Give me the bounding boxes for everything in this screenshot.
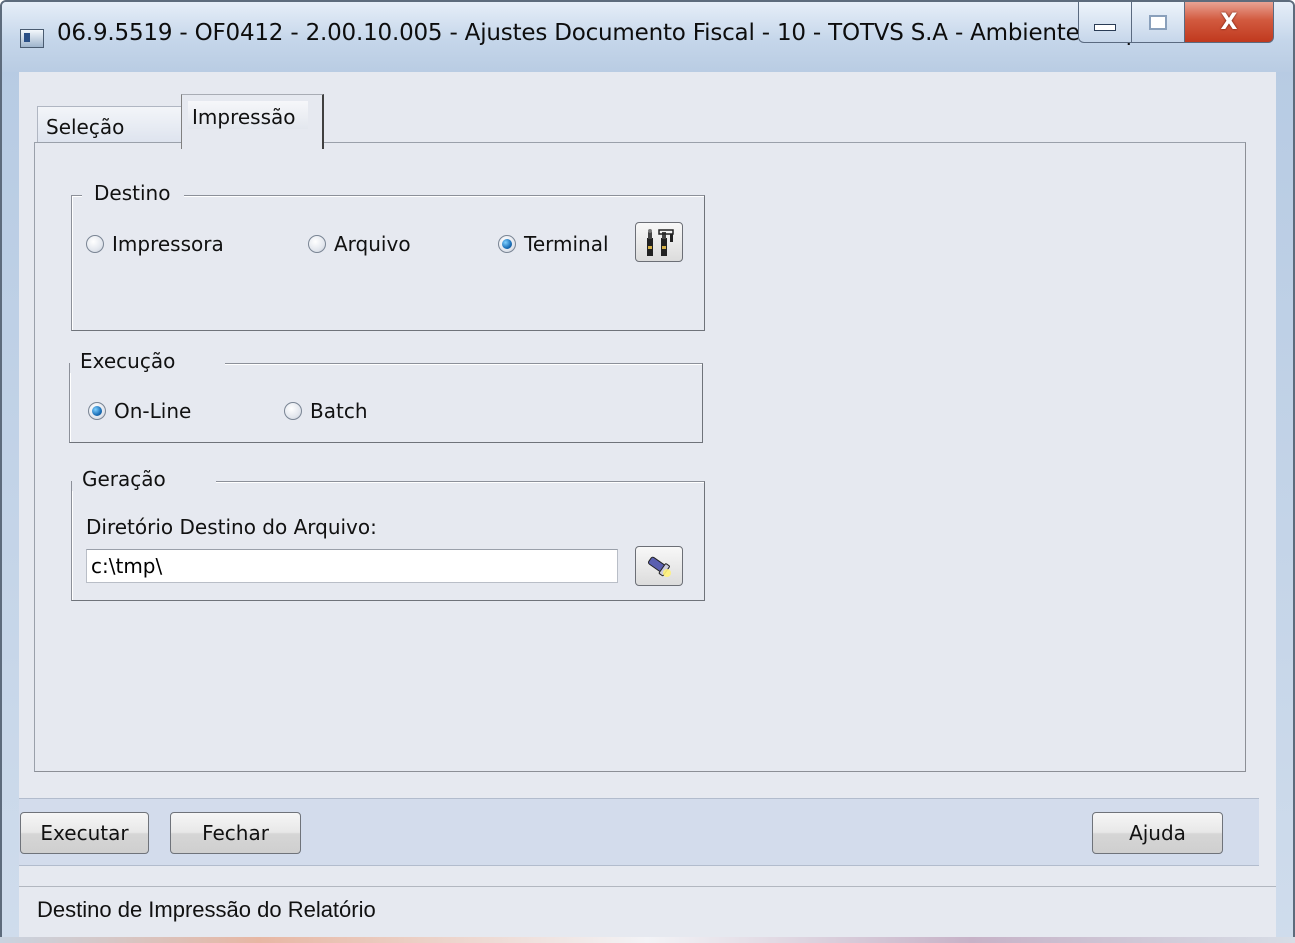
radio-online[interactable]: On-Line <box>88 399 191 423</box>
status-text: Destino de Impressão do Relatório <box>37 897 376 922</box>
radio-arquivo[interactable]: Arquivo <box>308 232 411 256</box>
printer-config-button[interactable] <box>635 222 683 262</box>
taskbar-glow <box>0 937 1295 943</box>
executar-button[interactable]: Executar <box>20 812 149 854</box>
radio-arquivo-label: Arquivo <box>334 232 411 256</box>
destino-group: Destino Impressora Arquivo Terminal <box>71 181 705 331</box>
status-bar: Destino de Impressão do Relatório <box>19 886 1276 934</box>
radio-terminal-circle[interactable] <box>498 235 516 253</box>
execucao-legend: Execução <box>70 349 226 373</box>
tab-impressao-label: Impressão <box>192 105 296 129</box>
tab-impressao[interactable]: Impressão <box>181 94 324 149</box>
geracao-legend: Geração <box>72 467 216 491</box>
dir-destino-label: Diretório Destino do Arquivo: <box>86 515 377 539</box>
printer-config-icon <box>647 229 674 256</box>
minimize-icon <box>1094 23 1116 31</box>
radio-arquivo-circle[interactable] <box>308 235 326 253</box>
radio-impressora-label: Impressora <box>112 232 224 256</box>
ajuda-button[interactable]: Ajuda <box>1092 812 1223 854</box>
close-button[interactable]: X <box>1184 2 1274 43</box>
fechar-button[interactable]: Fechar <box>170 812 301 854</box>
dialog-body: Seleção Impressão Destino Impressora Arq… <box>19 72 1276 941</box>
window-title: 06.9.5519 - OF0412 - 2.00.10.005 - Ajust… <box>57 20 1162 46</box>
radio-terminal[interactable]: Terminal <box>498 232 609 256</box>
radio-impressora-circle[interactable] <box>86 235 104 253</box>
close-icon: X <box>1220 9 1238 35</box>
tab-panel-impressao: Destino Impressora Arquivo Terminal Exec… <box>34 142 1246 772</box>
radio-batch[interactable]: Batch <box>284 399 368 423</box>
radio-terminal-label: Terminal <box>524 232 609 256</box>
app-icon[interactable] <box>20 29 44 48</box>
button-bar: Executar Fechar Ajuda <box>19 798 1259 866</box>
radio-batch-circle[interactable] <box>284 402 302 420</box>
tab-selecao[interactable]: Seleção <box>37 106 182 144</box>
geracao-group: Geração Diretório Destino do Arquivo: <box>71 467 705 601</box>
maximize-icon <box>1149 14 1167 30</box>
flashlight-icon <box>647 556 671 577</box>
radio-online-circle[interactable] <box>88 402 106 420</box>
minimize-button[interactable] <box>1078 2 1132 43</box>
destino-legend: Destino <box>82 181 185 205</box>
execucao-group: Execução On-Line Batch <box>69 349 703 443</box>
maximize-button[interactable] <box>1131 2 1185 43</box>
dir-destino-input[interactable] <box>86 549 618 583</box>
app-window: 06.9.5519 - OF0412 - 2.00.10.005 - Ajust… <box>0 0 1295 943</box>
title-bar[interactable]: 06.9.5519 - OF0412 - 2.00.10.005 - Ajust… <box>2 2 1293 72</box>
tab-selecao-label: Seleção <box>46 115 125 139</box>
browse-directory-button[interactable] <box>635 546 683 586</box>
radio-online-label: On-Line <box>114 399 192 423</box>
radio-batch-label: Batch <box>310 399 368 423</box>
radio-impressora[interactable]: Impressora <box>86 232 224 256</box>
